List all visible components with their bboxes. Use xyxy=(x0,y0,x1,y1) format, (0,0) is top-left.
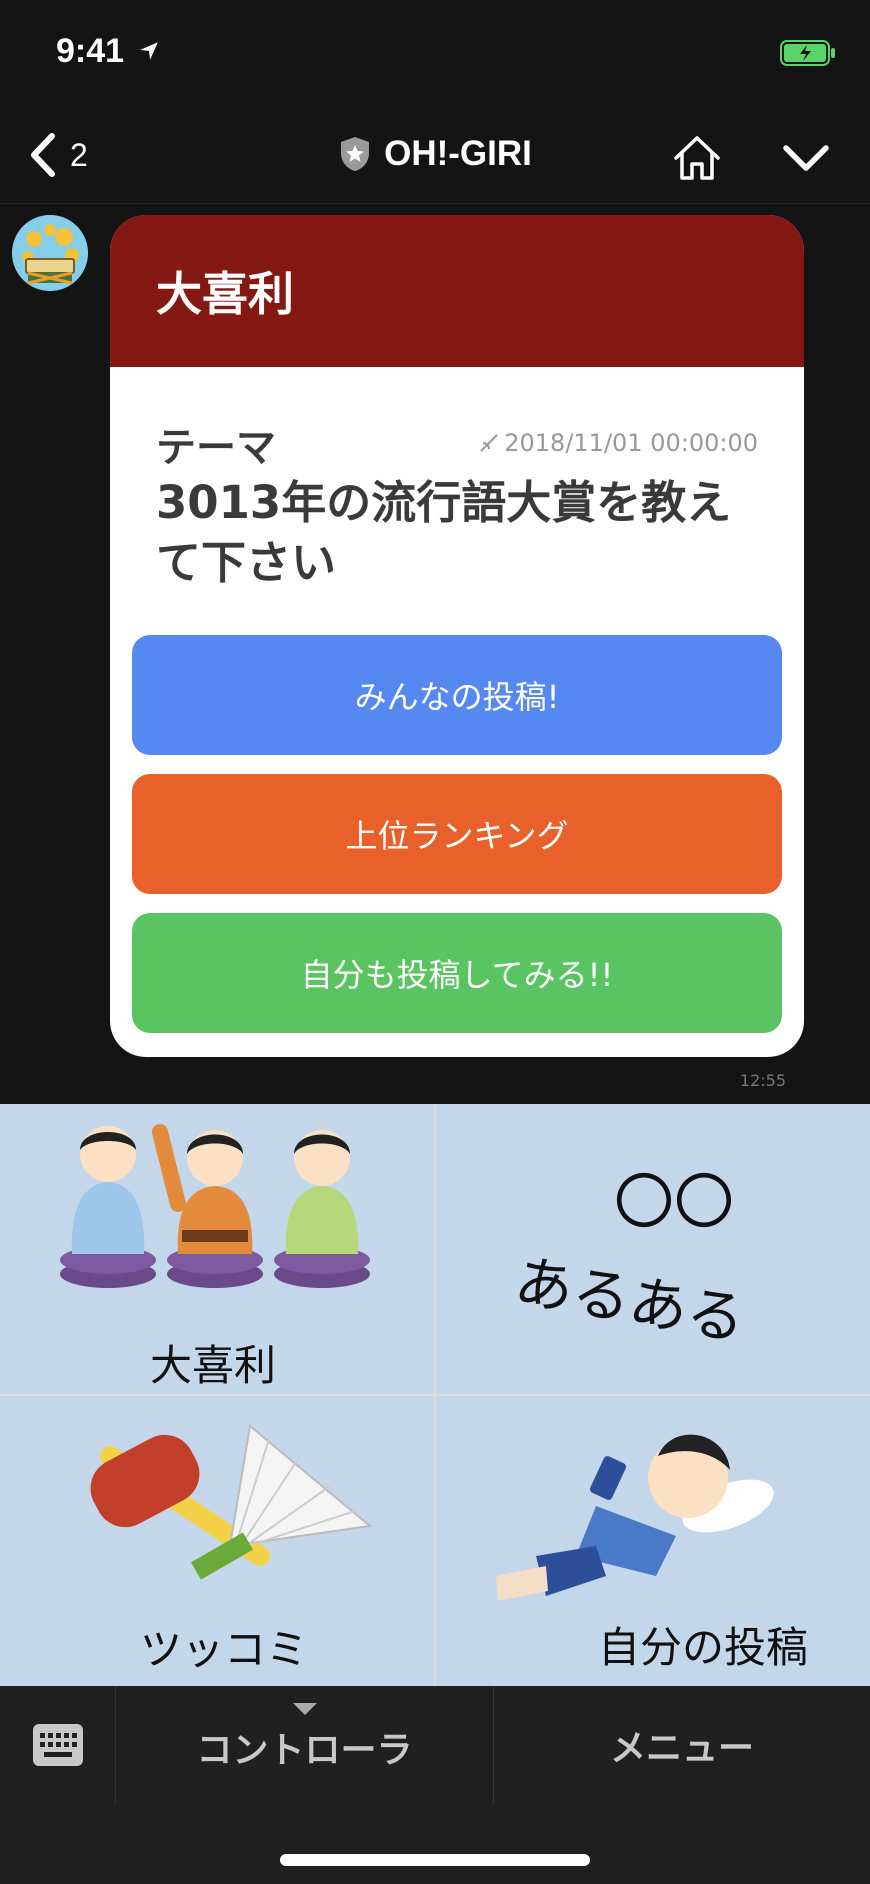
rich-menu-label: ツッコミ xyxy=(140,1625,309,1674)
account-name: OH!-GIRI xyxy=(384,134,532,173)
everyone-posts-button[interactable]: みんなの投稿! xyxy=(132,635,782,755)
chat-header: 2 OH!-GIRI xyxy=(0,110,870,204)
post-yourself-button[interactable]: 自分も投稿してみる!! xyxy=(132,913,782,1033)
chat-area[interactable]: 大喜利 テーマ 2018/11/01 00:00:00 3013年の流行語大賞を… xyxy=(0,205,870,1105)
rich-menu-ohgiri[interactable]: 大喜利 xyxy=(0,1104,434,1394)
bottom-bar: コントローラ メニュー xyxy=(0,1686,870,1884)
home-icon[interactable] xyxy=(672,134,722,182)
home-indicator[interactable] xyxy=(280,1854,590,1866)
battery-icon xyxy=(780,40,835,66)
ohgiri-logo-icon xyxy=(12,215,88,291)
status-bar: 9:41 xyxy=(0,0,870,110)
location-arrow-icon xyxy=(140,42,158,60)
ohgiri-card: 大喜利 テーマ 2018/11/01 00:00:00 3013年の流行語大賞を… xyxy=(110,215,804,1057)
rich-menu-aruaru[interactable]: 〇〇 あるある xyxy=(436,1104,870,1394)
rich-menu-label: 大喜利 xyxy=(150,1341,277,1390)
theme-label: テーマ xyxy=(156,425,276,471)
rich-menu-label: あるある xyxy=(509,1246,751,1355)
menu-label: メニュー xyxy=(609,1728,754,1769)
menu-tab[interactable]: メニュー xyxy=(494,1686,870,1804)
rich-menu-my-posts[interactable]: 自分の投稿 xyxy=(436,1396,870,1686)
card-heading: 大喜利 xyxy=(156,267,294,321)
rich-menu: 大喜利 〇〇 あるある ツッコミ 自分の投稿 xyxy=(0,1104,870,1686)
status-time: 9:41 xyxy=(56,32,125,70)
controller-label: コントローラ xyxy=(196,1730,413,1771)
ranking-button[interactable]: 上位ランキング xyxy=(132,774,782,894)
theme-question: 3013年の流行語大賞を教えて下さい xyxy=(156,476,732,589)
shield-star-icon xyxy=(341,137,370,171)
chat-title: OH!-GIRI xyxy=(0,134,870,174)
card-header: 大喜利 xyxy=(110,215,804,367)
avatar[interactable] xyxy=(12,215,88,291)
controller-tab[interactable]: コントローラ xyxy=(116,1686,494,1804)
rich-menu-label: 自分の投稿 xyxy=(598,1623,809,1672)
keyboard-button[interactable] xyxy=(0,1686,116,1804)
caret-down-icon xyxy=(292,1703,317,1715)
deadline: 2018/11/01 00:00:00 xyxy=(478,429,758,457)
rich-menu-label: 〇〇 xyxy=(614,1168,734,1238)
keyboard-icon xyxy=(32,1724,83,1766)
chevron-down-icon[interactable] xyxy=(782,140,830,176)
rich-menu-tsukkomi[interactable]: ツッコミ xyxy=(0,1396,434,1686)
message-timestamp: 12:55 xyxy=(739,1071,786,1090)
deadline-icon xyxy=(480,434,498,452)
deadline-text: 2018/11/01 00:00:00 xyxy=(504,429,758,457)
